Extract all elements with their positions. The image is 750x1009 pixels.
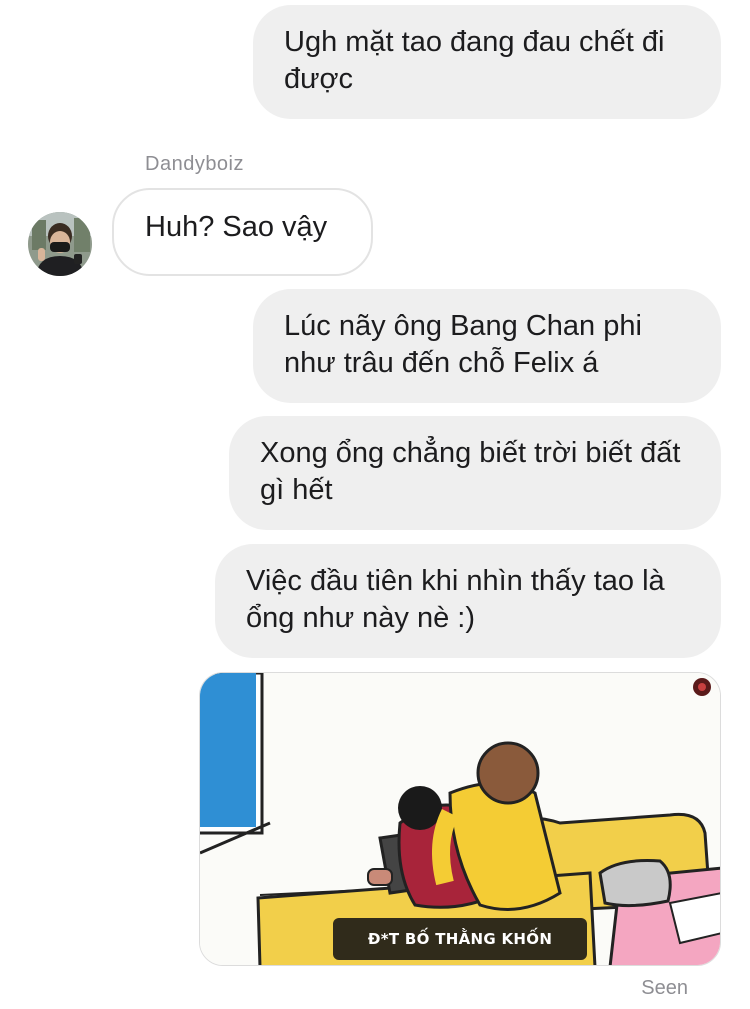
message-bubble-outgoing[interactable]: Ugh mặt tao đang đau chết đi được bbox=[253, 5, 721, 119]
sender-name: Dandyboiz bbox=[145, 153, 245, 175]
message-text: Xong ổng chẳng biết trời biết đất gì hết bbox=[260, 437, 681, 506]
gif-caption: Đ*T BỐ THẰNG KHỐN NÀY!!!!!! bbox=[333, 918, 587, 960]
message-text: Lúc nãy ông Bang Chan phi như trâu đến c… bbox=[284, 310, 642, 379]
seen-status: Seen bbox=[641, 977, 688, 999]
message-text: Ugh mặt tao đang đau chết đi được bbox=[284, 26, 665, 95]
avatar-photo bbox=[28, 212, 92, 276]
message-bubble-outgoing[interactable]: Việc đầu tiên khi nhìn thấy tao là ổng n… bbox=[215, 544, 721, 658]
avatar[interactable] bbox=[28, 212, 92, 276]
gif-message[interactable]: Đ*T BỐ THẰNG KHỐN NÀY!!!!!! bbox=[199, 672, 721, 966]
message-text: Việc đầu tiên khi nhìn thấy tao là ổng n… bbox=[246, 565, 665, 634]
message-bubble-outgoing[interactable]: Lúc nãy ông Bang Chan phi như trâu đến c… bbox=[253, 289, 721, 403]
message-text: Huh? Sao vậy bbox=[145, 211, 328, 243]
message-bubble-outgoing[interactable]: Xong ổng chẳng biết trời biết đất gì hết bbox=[229, 416, 721, 530]
message-bubble-incoming[interactable]: Huh? Sao vậy bbox=[112, 188, 373, 276]
